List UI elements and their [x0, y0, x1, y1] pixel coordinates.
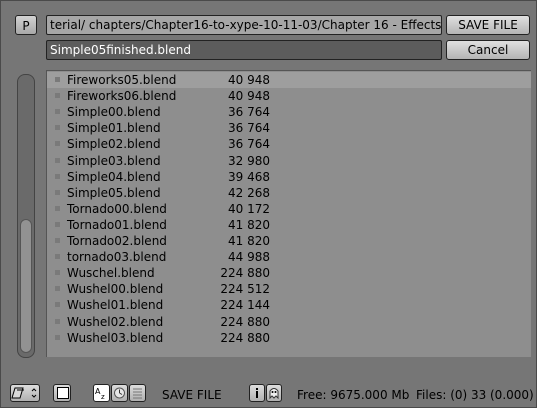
file-list-scrollbar[interactable] — [17, 74, 35, 358]
file-select-marker — [55, 302, 60, 308]
file-size: 224 880 — [220, 314, 270, 329]
file-select-marker — [55, 93, 60, 99]
file-row[interactable]: Tornado02.blend 41 820 — [47, 233, 531, 249]
file-size: 40 948 — [228, 89, 270, 104]
sort-time-button[interactable] — [111, 384, 128, 402]
file-name: Tornado00.blend — [67, 201, 167, 216]
parent-directory-button[interactable]: P — [15, 15, 37, 35]
file-name: Wushel02.blend — [67, 314, 164, 329]
file-row[interactable]: Tornado01.blend 41 820 — [47, 217, 531, 233]
file-row[interactable]: Wuschel.blend 224 880 — [47, 265, 531, 281]
ghost-toggle-button[interactable] — [266, 384, 282, 402]
sort-size-icon — [133, 388, 142, 399]
scrollbar-thumb[interactable] — [20, 219, 32, 353]
mode-label: SAVE FILE — [162, 388, 222, 402]
file-size: 224 880 — [220, 330, 270, 345]
file-size: 224 880 — [220, 266, 270, 281]
save-file-button[interactable]: SAVE FILE — [446, 15, 530, 35]
file-row[interactable]: Simple01.blend 36 764 — [47, 120, 531, 136]
file-name: Simple02.blend — [67, 137, 161, 152]
sort-alpha-icon: A z — [95, 387, 105, 401]
window-type-selector[interactable] — [10, 384, 40, 402]
file-name: Simple00.blend — [67, 105, 161, 120]
file-select-marker — [55, 141, 60, 147]
file-row[interactable]: Simple00.blend 36 764 — [47, 104, 531, 120]
info-icon — [256, 388, 258, 398]
sort-size-button[interactable] — [129, 384, 146, 402]
file-select-marker — [55, 173, 60, 179]
file-list: Fireworks05.blend 40 948 Fireworks06.blend… — [46, 70, 531, 357]
file-size: 41 820 — [228, 234, 270, 248]
file-row[interactable]: Wushel02.blend 224 880 — [47, 314, 531, 330]
file-size: 40 172 — [228, 201, 270, 216]
file-row[interactable]: Tornado00.blend 40 172 — [47, 201, 531, 217]
file-select-marker — [55, 254, 60, 260]
file-select-marker — [55, 286, 60, 292]
file-size: 36 764 — [228, 105, 270, 120]
file-name: tornado03.blend — [67, 250, 167, 265]
file-size: 36 764 — [228, 121, 270, 136]
file-name: Wushel01.blend — [67, 298, 164, 313]
sort-alpha-button[interactable]: A z — [93, 384, 110, 402]
file-row[interactable]: Fireworks05.blend 40 948 — [47, 72, 531, 88]
file-select-marker — [55, 157, 60, 163]
file-size: 36 764 — [228, 137, 270, 152]
file-name: Simple01.blend — [67, 121, 161, 136]
square-icon — [57, 387, 69, 399]
file-row[interactable]: Fireworks06.blend 40 948 — [47, 88, 531, 104]
file-select-marker — [55, 189, 60, 195]
file-select-marker — [55, 318, 60, 324]
svg-text:z: z — [101, 393, 105, 401]
filename-input[interactable]: Simple05finished.blend — [46, 40, 442, 60]
fullscreen-toggle-button[interactable] — [53, 384, 71, 402]
file-select-marker — [55, 334, 60, 340]
file-name: Fireworks05.blend — [67, 73, 177, 87]
file-name: Wuschel.blend — [67, 266, 155, 281]
file-name: Fireworks06.blend — [67, 89, 177, 104]
file-size: 42 268 — [228, 185, 270, 200]
file-size: 224 512 — [220, 282, 270, 297]
file-browser-window: P terial/ chapters/Chapter16-to-xype-10-… — [0, 0, 537, 408]
file-size: 224 144 — [220, 298, 270, 313]
info-toggle-button[interactable] — [249, 384, 265, 402]
file-select-marker — [55, 77, 60, 82]
file-select-marker — [55, 238, 60, 243]
sort-time-icon — [114, 387, 125, 399]
ghost-icon — [269, 388, 279, 400]
file-row[interactable]: Simple02.blend 36 764 — [47, 136, 531, 152]
file-select-marker — [55, 125, 60, 131]
directory-path-input[interactable]: terial/ chapters/Chapter16-to-xype-10-11… — [46, 15, 442, 35]
cancel-button[interactable]: Cancel — [446, 40, 530, 60]
free-space-label: Free: 9675.000 Mb — [297, 388, 410, 402]
selected-size-label: (0.000) — [490, 388, 534, 402]
file-size: 41 820 — [228, 217, 270, 232]
file-row[interactable]: Wushel01.blend 224 144 — [47, 297, 531, 313]
file-name: Wushel03.blend — [67, 330, 164, 345]
file-name: Wushel00.blend — [67, 282, 164, 297]
file-select-marker — [55, 109, 60, 115]
file-browser-icon — [11, 387, 37, 399]
file-size: 44 988 — [228, 250, 270, 265]
file-row[interactable]: Simple03.blend 32 980 — [47, 153, 531, 169]
file-size: 39 468 — [228, 169, 270, 184]
file-row[interactable]: Wushel00.blend 224 512 — [47, 281, 531, 297]
file-name: Simple04.blend — [67, 169, 161, 184]
file-name: Simple05.blend — [67, 185, 161, 200]
file-name: Tornado02.blend — [67, 234, 167, 248]
file-name: Tornado01.blend — [67, 217, 167, 232]
file-count-label: Files: (0) 33 — [416, 388, 487, 402]
file-size: 40 948 — [228, 73, 270, 87]
file-select-marker — [55, 270, 60, 276]
file-name: Simple03.blend — [67, 153, 161, 168]
footer-bar: A z SAVE FILE Free: 9675.000 Mb Files: (… — [1, 379, 536, 407]
file-row[interactable]: tornado03.blend 44 988 — [47, 249, 531, 265]
file-select-marker — [55, 221, 60, 227]
file-row[interactable]: Simple05.blend 42 268 — [47, 185, 531, 201]
file-row[interactable]: Wushel03.blend 224 880 — [47, 330, 531, 346]
file-select-marker — [55, 205, 60, 211]
file-row[interactable]: Simple04.blend 39 468 — [47, 169, 531, 185]
file-size: 32 980 — [228, 153, 270, 168]
